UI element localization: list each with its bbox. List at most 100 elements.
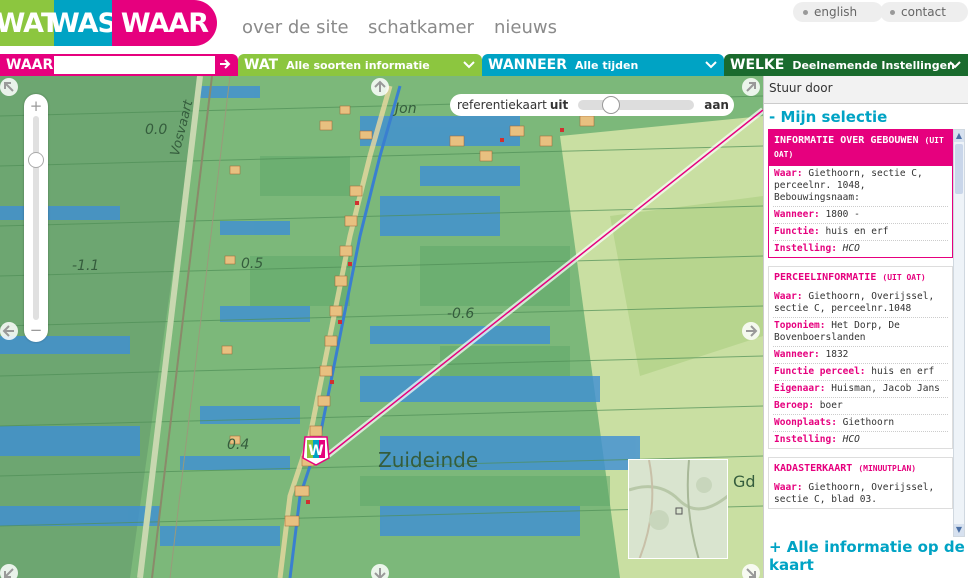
nav-nieuws[interactable]: nieuws (494, 17, 557, 38)
bullet-icon (890, 9, 895, 15)
pan-down-icon[interactable] (371, 564, 389, 578)
result-field: Functie: huis en erf (773, 224, 948, 241)
result-field-value: huis en erf (871, 366, 935, 377)
referentiekaart-label: referentiekaart (457, 98, 547, 112)
overview-map[interactable] (628, 459, 728, 559)
logo-part-waar: WAAR (112, 0, 217, 46)
result-field: Beroep: boer (773, 398, 948, 415)
results-list[interactable]: INFORMATIE OVER GEBOUWEN (UIT OAT) Waar: … (768, 129, 953, 537)
result-card-source: (MINUUTPLAN) (858, 464, 917, 473)
pan-right-icon[interactable] (742, 322, 760, 340)
result-field-key: Wanneer: (774, 209, 820, 220)
logo-part-wat: WAT (0, 0, 59, 46)
waar-search-input[interactable] (54, 56, 215, 74)
english-link[interactable]: english (793, 2, 883, 22)
result-field-key: Woonplaats: (774, 417, 837, 428)
referentiekaart-handle[interactable] (602, 96, 621, 114)
result-field-key: Beroep: (774, 400, 815, 411)
map-depth-label: -1.1 (72, 258, 100, 274)
filter-wat[interactable]: WAT Alle soorten informatie (238, 54, 482, 76)
pan-up-icon[interactable] (371, 78, 389, 96)
result-card[interactable]: KADASTERKAART (MINUUTPLAN) Waar: Giethoor… (768, 457, 953, 509)
stuur-door-button[interactable]: Stuur door (764, 76, 968, 104)
map-depth-label: 0.4 (227, 437, 250, 453)
nav-schatkamer[interactable]: schatkamer (368, 17, 474, 38)
referentiekaart-slider[interactable] (578, 96, 695, 114)
toggle-on-label[interactable]: aan (704, 98, 729, 112)
chevron-down-icon[interactable] (948, 57, 962, 71)
scroll-up-icon[interactable]: ▲ (954, 130, 964, 142)
filter-waar-label: WAAR (6, 57, 54, 73)
result-card-title-text: KADASTERKAART (774, 463, 853, 474)
result-field: Toponiem: Het Dorp, De Bovenboerslanden (773, 318, 948, 347)
result-field-value: Huisman, Jacob Jans (831, 383, 940, 394)
logo-part-was: WAS (50, 0, 117, 46)
result-field-value: HCO (842, 434, 860, 445)
result-card[interactable]: INFORMATIE OVER GEBOUWEN (UIT OAT) Waar: … (768, 129, 953, 258)
location-marker-icon[interactable]: W (302, 436, 330, 466)
pan-up-right-icon[interactable] (742, 78, 760, 96)
chevron-down-icon[interactable] (462, 57, 476, 71)
result-card-title[interactable]: KADASTERKAART (MINUUTPLAN) (769, 458, 952, 480)
result-field: Wanneer: 1800 - (773, 207, 948, 224)
map-label-gd: Gd (733, 472, 756, 491)
results-scrollbar[interactable]: ▲ ▼ (953, 129, 965, 537)
result-field: Waar: Giethoorn, sectie C, perceelnr. 10… (773, 166, 948, 207)
zoom-out-button[interactable]: − (24, 320, 48, 340)
english-label: english (814, 5, 858, 19)
scroll-down-icon[interactable]: ▼ (954, 524, 964, 536)
filter-welke[interactable]: WELKE Deelnemende Instellingen (724, 54, 968, 76)
pan-up-left-icon[interactable] (0, 78, 18, 96)
result-field-key: Eigenaar: (774, 383, 826, 394)
pan-down-right-icon[interactable] (742, 564, 760, 578)
alle-informatie-toggle[interactable]: + Alle informatie op de kaart (769, 538, 965, 574)
zoom-control[interactable]: + − (24, 94, 48, 342)
result-field-value: boer (819, 400, 843, 411)
map-depth-label: -0.6 (447, 306, 475, 322)
result-card-source: (UIT OAT) (882, 273, 926, 282)
result-field-value: HCO (842, 243, 860, 254)
result-field: Functie perceel: huis en erf (773, 364, 948, 381)
map-depth-label: 0.5 (241, 256, 264, 272)
result-field-key: Toponiem: (774, 320, 826, 331)
zoom-in-button[interactable]: + (24, 96, 48, 116)
result-card-title[interactable]: PERCEELINFORMATIE (UIT OAT) (769, 267, 952, 289)
pan-left-icon[interactable] (0, 322, 18, 340)
result-field-value: 1800 - (825, 209, 860, 220)
result-field: Woonplaats: Giethoorn (773, 415, 948, 432)
nav-over-de-site[interactable]: over de site (242, 17, 349, 38)
map-view[interactable]: Zuideinde Gd Vosvaart Jon 0.0 -1.1 0.5 -… (0, 76, 763, 578)
result-field: Instelling: HCO (773, 241, 948, 257)
mijn-selectie-toggle[interactable]: - Mijn selectie (769, 108, 887, 126)
overview-map-image (629, 460, 727, 558)
svg-text:W: W (308, 443, 323, 459)
result-field-key: Functie: (774, 226, 820, 237)
result-field-value: Giethoorn (842, 417, 895, 428)
filter-waar: WAAR (0, 54, 238, 76)
toggle-off-label[interactable]: uit (550, 98, 568, 112)
info-panel: Stuur door - Mijn selectie INFORMATIE OV… (763, 76, 968, 578)
map-label-zuideinde: Zuideinde (378, 448, 479, 472)
zoom-handle[interactable] (28, 152, 44, 168)
referentiekaart-toggle: referentiekaart uit aan (450, 94, 734, 116)
result-field-key: Instelling: (774, 434, 837, 445)
map-label-jon: Jon (395, 101, 417, 117)
logo[interactable]: WAT WAS WAAR (0, 0, 217, 46)
chevron-down-icon[interactable] (704, 57, 718, 71)
contact-link[interactable]: contact (880, 2, 968, 22)
arrow-right-icon[interactable] (218, 57, 232, 71)
filter-wat-label: WAT (244, 57, 279, 73)
result-card[interactable]: PERCEELINFORMATIE (UIT OAT) Waar: Giethoo… (768, 266, 953, 449)
zoom-track[interactable] (33, 116, 39, 320)
pan-down-left-icon[interactable] (0, 564, 18, 578)
filter-wanneer-label: WANNEER (488, 57, 567, 73)
filter-wanneer[interactable]: WANNEER Alle tijden (482, 54, 724, 76)
result-field-key: Wanneer: (774, 349, 820, 360)
result-card-title-text: INFORMATIE OVER GEBOUWEN (774, 135, 919, 146)
filter-wanneer-value: Alle tijden (575, 58, 639, 72)
scroll-thumb[interactable] (955, 144, 963, 194)
result-card-title[interactable]: INFORMATIE OVER GEBOUWEN (UIT OAT) (769, 130, 952, 166)
result-field-value: huis en erf (825, 226, 889, 237)
result-field-key: Functie perceel: (774, 366, 866, 377)
result-field-value: 1832 (825, 349, 849, 360)
